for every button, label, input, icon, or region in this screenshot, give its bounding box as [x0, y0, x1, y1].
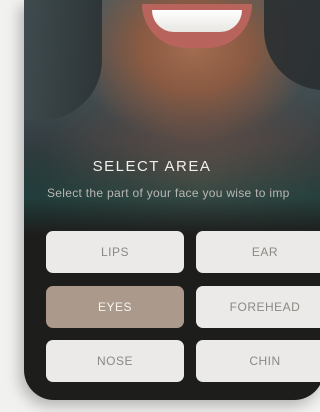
option-chin[interactable]: CHIN: [196, 340, 320, 382]
phone-frame: SELECT AREA Select the part of your face…: [24, 0, 320, 400]
option-ear[interactable]: EAR: [196, 231, 320, 273]
option-forehead[interactable]: FOREHEAD: [196, 286, 320, 328]
option-eyes[interactable]: EYES: [46, 286, 184, 328]
option-lips[interactable]: LIPS: [46, 231, 184, 273]
option-nose[interactable]: NOSE: [46, 340, 184, 382]
area-options: LIPS EAR EYES FOREHEAD NOSE CHIN: [24, 0, 320, 400]
